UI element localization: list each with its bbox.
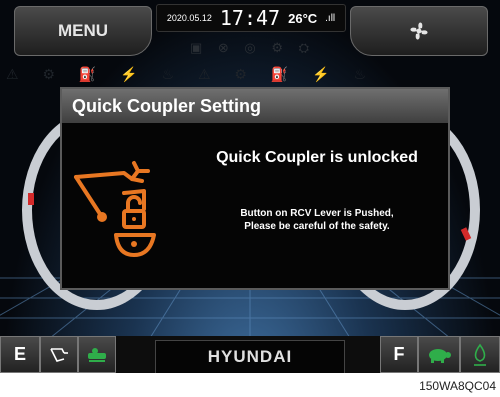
figure-caption: 150WA8QC04 [419, 379, 496, 393]
display-screen: ⚠ ⚙ ⛽ ⚡ ♨ ⚠ ⚙ ⛽ ⚡ ♨ MENU 2020.05.12 17:4… [0, 0, 500, 373]
fuel-pump-icon [50, 347, 68, 362]
turtle-mode-cell[interactable] [418, 336, 460, 373]
fuel-empty-indicator: E [0, 336, 40, 373]
menu-button[interactable]: MENU [14, 6, 152, 56]
background-indicator-icons: ▣ ⊗ ◎ ⚙ ⛭ [189, 40, 316, 55]
temperature: 26°C [288, 10, 318, 26]
dialog-heading: Quick Coupler is unlocked [216, 149, 418, 166]
fan-button[interactable] [350, 6, 488, 56]
left-gauge-red-mark [28, 193, 34, 205]
quick-coupler-dialog: Quick Coupler Setting Quick Coupler is u… [60, 87, 450, 290]
fuel-full-indicator: F [380, 336, 418, 373]
eco-mode-icon [88, 347, 106, 362]
hydraulic-pressure-icon [474, 343, 486, 366]
status-box: 2020.05.12 17:47 26°C .ıll [156, 4, 346, 32]
dialog-title: Quick Coupler Setting [62, 89, 448, 123]
dialog-message-line-1: Button on RCV Lever is Pushed, [240, 208, 394, 219]
date: 2020.05.12 [166, 13, 212, 23]
top-bar: MENU 2020.05.12 17:47 26°C .ıll ▣ ⊗ ◎ ⚙ … [0, 0, 500, 62]
fuel-pump-cell [40, 336, 78, 373]
eco-mode-cell[interactable] [78, 336, 116, 373]
dialog-message: Button on RCV Lever is Pushed, Please be… [192, 207, 442, 233]
quick-coupler-unlocked-icon [74, 161, 156, 257]
dialog-message-line-2: Please be careful of the safety. [244, 221, 390, 232]
brand-label: HYUNDAI [155, 340, 345, 373]
signal-icon: .ıll [325, 12, 336, 24]
fan-icon [410, 22, 428, 40]
clock: 17:47 [219, 6, 281, 30]
turtle-icon [429, 348, 451, 363]
hydraulic-cell [460, 336, 500, 373]
